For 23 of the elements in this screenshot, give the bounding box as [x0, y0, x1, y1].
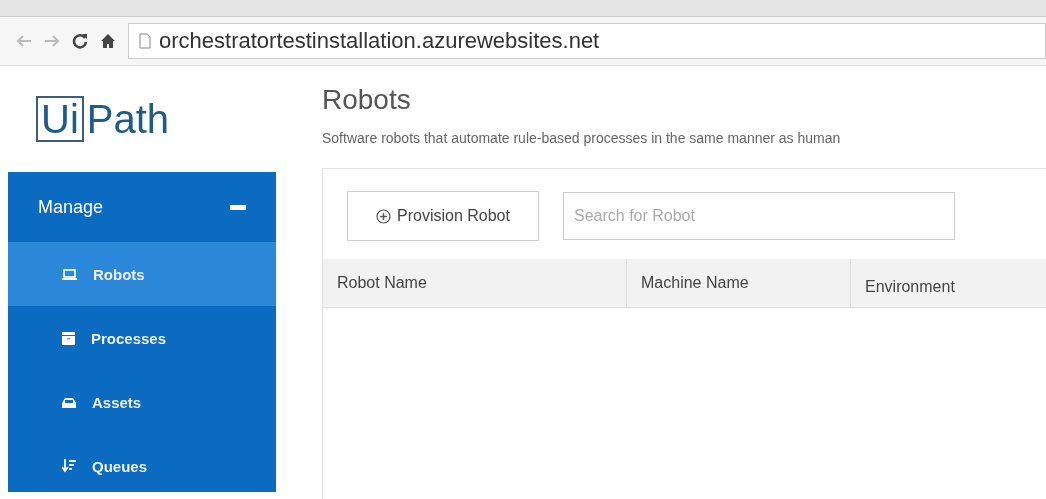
laptop-icon [62, 268, 77, 280]
section-header[interactable]: Manage [8, 172, 276, 242]
page-subtitle: Software robots that automate rule-based processes in the same manner as human [322, 130, 842, 146]
home-icon[interactable] [100, 33, 116, 49]
tray-icon [62, 396, 76, 408]
column-header[interactable]: Machine Name [627, 259, 851, 307]
column-header[interactable]: Environment [851, 259, 1046, 307]
logo-mark: Ui [36, 96, 84, 142]
provision-robot-button[interactable]: Provision Robot [347, 191, 539, 241]
box-icon [62, 331, 75, 345]
reload-icon[interactable] [72, 33, 88, 49]
address-field[interactable]: orchestratortestinstallation.azurewebsites.net [128, 23, 1046, 59]
sidebar-item[interactable]: Queues [8, 434, 276, 498]
page-icon [139, 33, 151, 49]
sidebar-item[interactable]: Processes [8, 306, 276, 370]
page-title: Robots [322, 84, 412, 116]
search-field[interactable]: Search for Robot [563, 192, 955, 240]
column-header[interactable]: Robot Name [323, 259, 627, 307]
collapse-icon[interactable] [230, 204, 246, 210]
add-icon [376, 208, 391, 224]
sidebar-item[interactable]: Assets [8, 370, 276, 434]
sort-icon [62, 459, 76, 473]
logo-text: Path [86, 96, 170, 142]
